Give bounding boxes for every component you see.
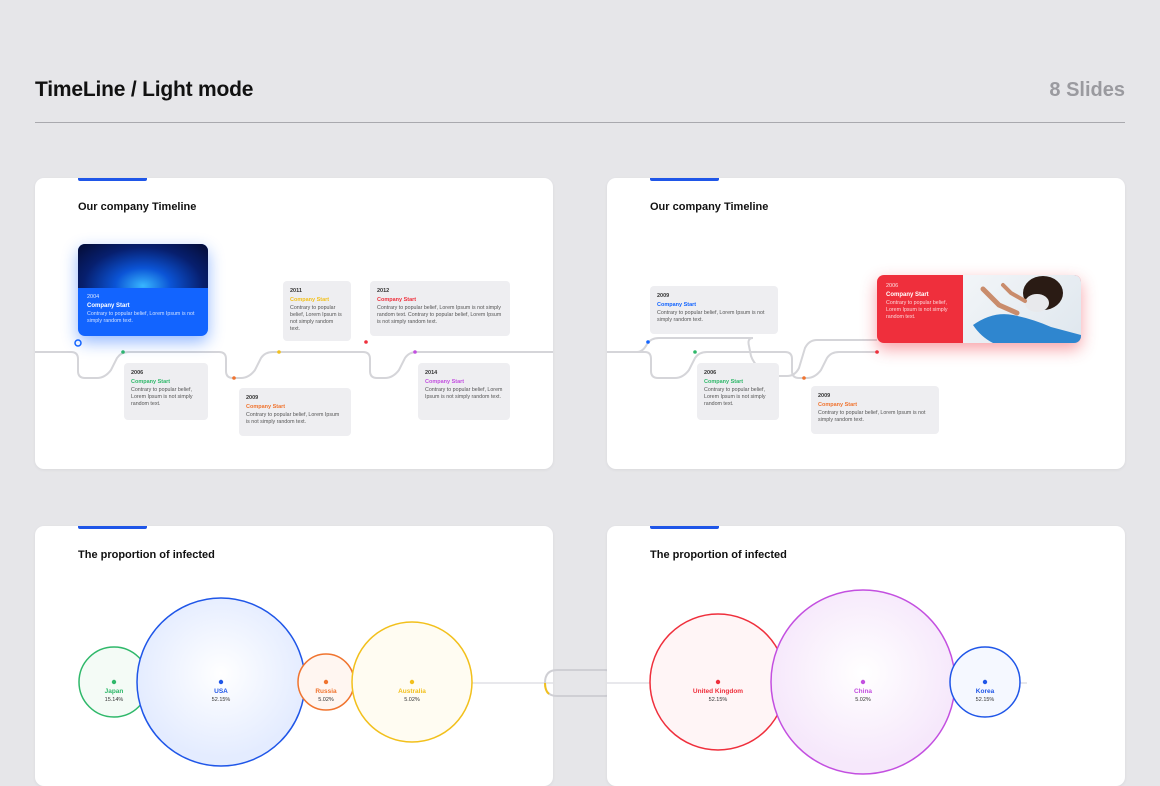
bubble-korea: Korea 52.15% — [975, 688, 995, 703]
slide-count: 8 Slides — [1049, 79, 1125, 101]
bubble-australia: Australia 5.02% — [398, 688, 426, 703]
timeline-item[interactable]: 2006 Company Start Contrary to popular b… — [124, 363, 208, 420]
timeline-item[interactable]: 2009 Company Start Contrary to popular b… — [650, 286, 778, 334]
vr-photo — [963, 275, 1081, 343]
slide-thumbnail-3[interactable]: The proportion of infected Japan 15.14% … — [35, 526, 553, 786]
timeline-highlight-card[interactable]: 2006 Company Start Contrary to popular b… — [877, 275, 1081, 343]
timeline-item[interactable]: 2014 Company Start Contrary to popular b… — [418, 363, 510, 420]
timeline-item[interactable]: 2012 Company Start Contrary to popular b… — [370, 281, 510, 336]
bubble-chart — [78, 597, 553, 767]
timeline-item[interactable]: 2006 Company Start Contrary to popular b… — [697, 363, 779, 420]
slide-thumbnail-2[interactable]: Our company Timeline 2009 Company Start … — [607, 178, 1125, 469]
slide-thumbnail-4[interactable]: The proportion of infected United Kingdo… — [607, 526, 1125, 786]
header-divider — [35, 122, 1125, 123]
timeline-item[interactable]: 2009 Company Start Contrary to popular b… — [811, 386, 939, 434]
bubble-russia: Russia 5.02% — [315, 688, 337, 703]
bubble-japan: Japan 15.14% — [104, 688, 124, 703]
page-title: TimeLine / Light mode — [35, 78, 254, 101]
timeline-item[interactable]: 2011 Company Start Contrary to popular b… — [283, 281, 351, 341]
bubble-united-kingdom: United Kingdom 52.15% — [692, 688, 744, 703]
tech-image — [78, 244, 208, 288]
bubble-china: China 5.02% — [853, 688, 873, 703]
slide-thumbnail-1[interactable]: Our company Timeline 2004 Company Start … — [35, 178, 553, 469]
timeline-highlight-card[interactable]: 2004 Company Start Contrary to popular b… — [78, 244, 208, 336]
bubble-chart — [607, 589, 1027, 775]
timeline-item[interactable]: 2009 Company Start Contrary to popular b… — [239, 388, 351, 436]
bubble-usa: USA 52.15% — [211, 688, 231, 703]
